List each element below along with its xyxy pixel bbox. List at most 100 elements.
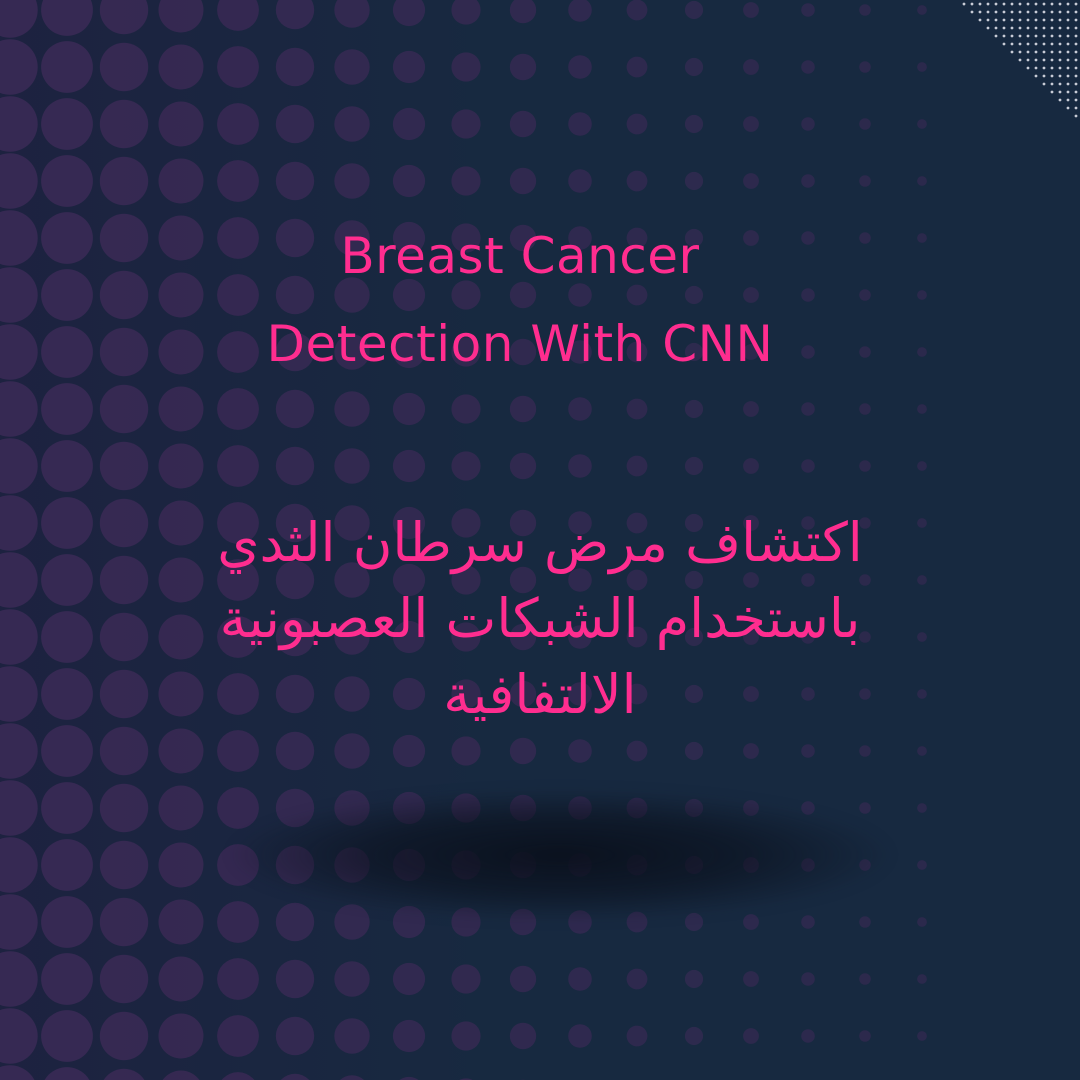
halftone-dot — [158, 0, 204, 33]
halftone-dot — [158, 101, 204, 147]
corner-dot — [1002, 10, 1006, 14]
halftone-dot — [103, 1068, 145, 1080]
corner-dot — [1018, 10, 1022, 14]
corner-dot — [1042, 66, 1046, 70]
corner-dot — [1026, 58, 1030, 62]
halftone-dot — [801, 117, 815, 131]
halftone-dot — [334, 163, 370, 199]
halftone-dot — [859, 916, 871, 928]
halftone-dot — [568, 112, 592, 136]
halftone-dot — [99, 99, 149, 149]
corner-dot — [1034, 18, 1038, 22]
halftone-dot — [0, 837, 38, 893]
halftone-dot — [41, 383, 93, 435]
corner-dot — [1066, 66, 1070, 70]
halftone-dot — [99, 42, 149, 92]
halftone-dot — [626, 170, 648, 192]
corner-dot — [1026, 50, 1030, 54]
halftone-dot — [801, 459, 815, 473]
corner-dot — [1066, 18, 1070, 22]
corner-dot — [1058, 10, 1062, 14]
arabic-title: اكتشاف مرض سرطان الثدي باستخدام الشبكات … — [80, 505, 1000, 733]
corner-dot — [1074, 90, 1078, 94]
corner-dot — [1010, 34, 1014, 38]
halftone-dot — [626, 0, 648, 21]
corner-dot — [1026, 26, 1030, 30]
halftone-dot — [859, 118, 871, 130]
halftone-dot — [0, 723, 38, 779]
corner-dot — [1074, 66, 1078, 70]
halftone-dot — [743, 1028, 759, 1044]
corner-dot — [1074, 74, 1078, 78]
corner-dot — [1066, 50, 1070, 54]
corner-dot — [1066, 2, 1070, 6]
english-title: Breast Cancer Detection With CNN — [0, 212, 1040, 388]
halftone-dot — [0, 666, 38, 722]
halftone-dot — [41, 98, 93, 150]
halftone-dot — [743, 116, 759, 132]
halftone-dot — [0, 96, 38, 152]
corner-dot — [978, 2, 982, 6]
corner-dot — [1002, 26, 1006, 30]
halftone-dot — [392, 392, 426, 426]
halftone-dot — [217, 787, 259, 829]
halftone-dot — [626, 398, 648, 420]
halftone-dot — [509, 110, 537, 138]
halftone-dot — [217, 160, 259, 202]
halftone-dot — [275, 731, 315, 771]
halftone-dot — [0, 438, 38, 494]
halftone-dot — [917, 974, 927, 984]
corner-dot — [994, 26, 998, 30]
halftone-dot — [451, 964, 481, 994]
corner-dot — [1018, 42, 1022, 46]
halftone-dot — [743, 173, 759, 189]
corner-dot — [1002, 18, 1006, 22]
corner-dot — [1058, 26, 1062, 30]
corner-dot — [1042, 2, 1046, 6]
corner-dot — [1058, 82, 1062, 86]
halftone-dot — [275, 0, 315, 30]
halftone-dot — [626, 1025, 648, 1047]
halftone-dot — [626, 455, 648, 477]
corner-dot — [1050, 42, 1054, 46]
corner-dot — [1026, 66, 1030, 70]
corner-dot — [1042, 82, 1046, 86]
halftone-dot — [801, 402, 815, 416]
halftone-dot — [275, 389, 315, 429]
halftone-dot — [217, 103, 259, 145]
corner-dot — [1010, 42, 1014, 46]
halftone-dot — [684, 456, 704, 476]
corner-dot — [1034, 2, 1038, 6]
corner-dot — [1018, 26, 1022, 30]
halftone-dot — [0, 894, 38, 950]
halftone-dot — [859, 973, 871, 985]
halftone-dot — [392, 50, 426, 84]
corner-dot — [1074, 82, 1078, 86]
halftone-dot — [280, 1073, 310, 1080]
halftone-dot — [684, 969, 704, 989]
halftone-dot — [626, 968, 648, 990]
halftone-dot — [162, 1070, 200, 1080]
halftone-dot — [158, 728, 204, 774]
halftone-dot — [568, 454, 592, 478]
halftone-dot — [158, 785, 204, 831]
corner-dot — [1058, 2, 1062, 6]
corner-dot — [1058, 66, 1062, 70]
halftone-dot — [217, 46, 259, 88]
halftone-dot — [801, 915, 815, 929]
corner-dot — [1058, 74, 1062, 78]
corner-dot — [986, 18, 990, 22]
halftone-dot — [334, 448, 370, 484]
halftone-dot — [568, 55, 592, 79]
corner-dot — [1074, 114, 1078, 118]
halftone-dot — [743, 401, 759, 417]
corner-dot — [1042, 50, 1046, 54]
corner-dot — [1066, 82, 1070, 86]
halftone-dot — [0, 39, 38, 95]
corner-dot — [1074, 58, 1078, 62]
corner-dot-triangle — [962, 2, 1078, 118]
halftone-dot — [626, 56, 648, 78]
halftone-dot — [917, 119, 927, 129]
corner-dot — [1042, 42, 1046, 46]
halftone-dot — [158, 386, 204, 432]
